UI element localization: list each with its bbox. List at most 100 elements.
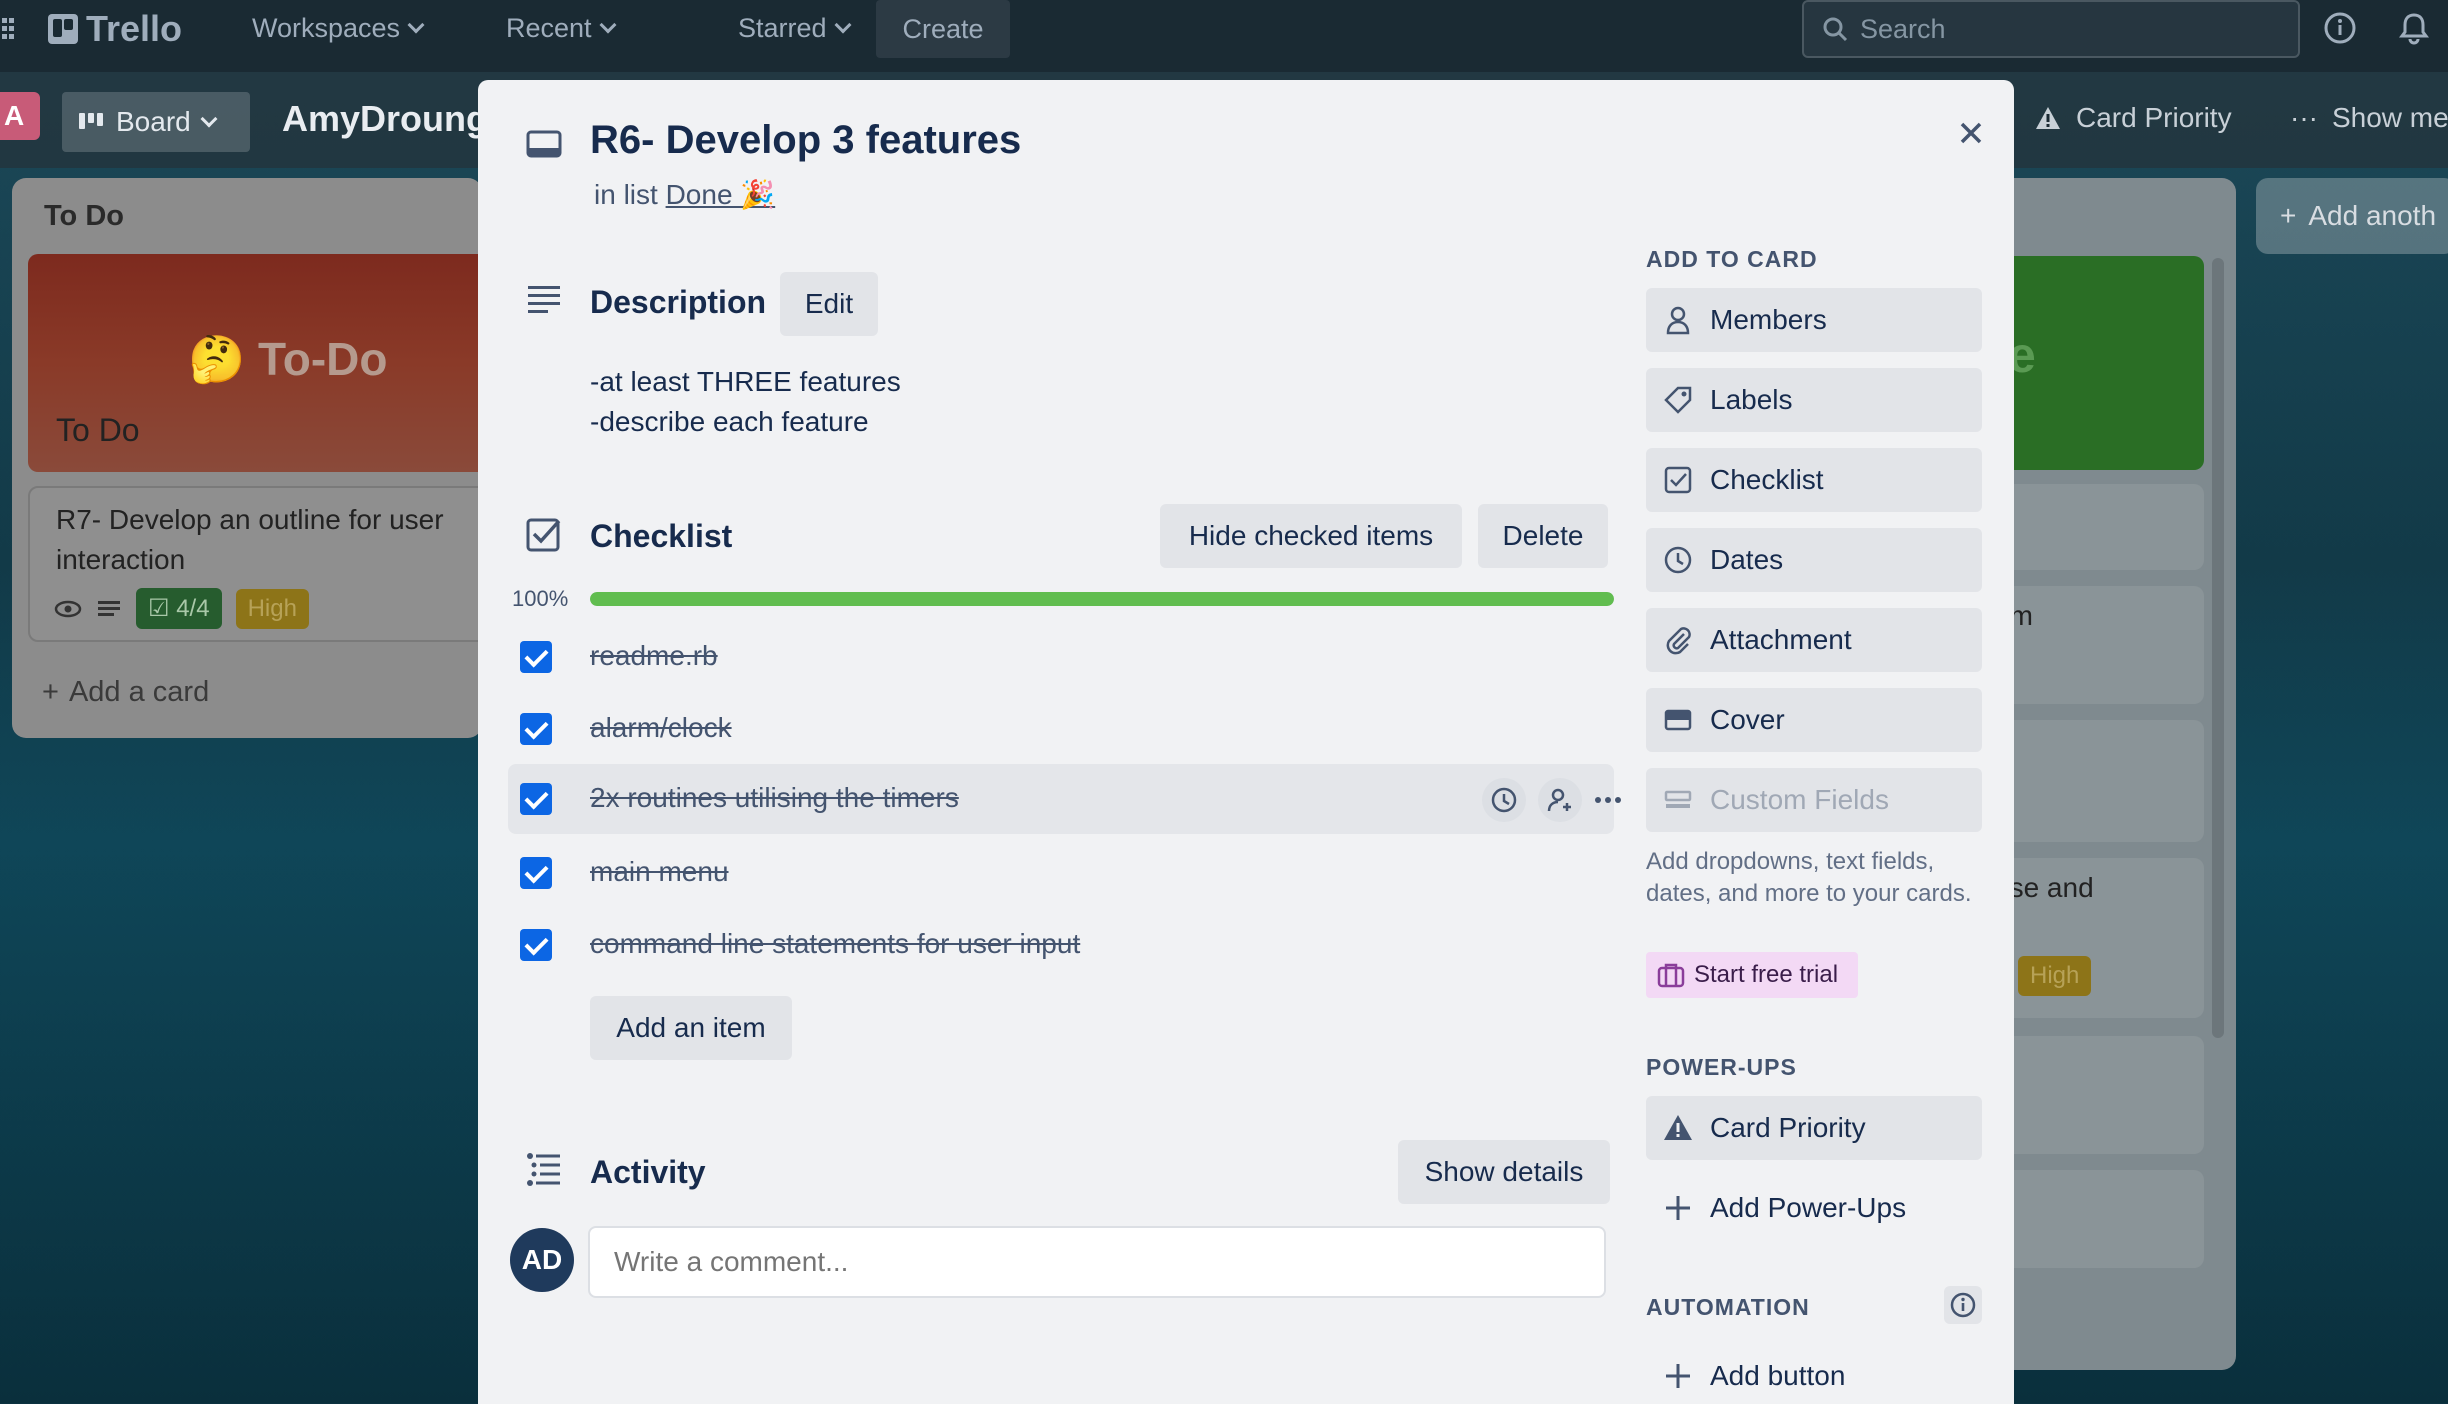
add-power-ups-button[interactable]: Add Power-Ups (1646, 1176, 1982, 1240)
checklist-heading[interactable]: Checklist (590, 518, 732, 555)
checklist-item-text[interactable]: main menu (590, 856, 729, 888)
checklist-item[interactable]: alarm/clock (508, 694, 1614, 764)
cover-button[interactable]: Cover (1646, 688, 1982, 752)
nav-workspaces[interactable]: Workspaces (252, 0, 425, 56)
start-free-trial-button[interactable]: Start free trial (1646, 952, 1858, 998)
activity-heading: Activity (590, 1154, 706, 1190)
attachment-button[interactable]: Attachment (1646, 608, 1982, 672)
card-title[interactable]: R6- Develop 3 features (590, 118, 1021, 163)
priority-badge: High (235, 588, 309, 629)
checklist-button[interactable]: Checklist (1646, 448, 1982, 512)
add-another-list-button[interactable]: + Add anoth (2256, 178, 2448, 254)
list-done-partial: e am ose and High s (1990, 178, 2236, 1370)
checklist-item-text[interactable]: 2x routines utilising the timers (590, 782, 959, 814)
checklist-icon (526, 518, 561, 552)
checklist-item-text[interactable]: readme.rb (590, 640, 718, 672)
checklist-item[interactable]: main menu (508, 838, 1614, 908)
show-details-button[interactable]: Show details (1398, 1140, 1610, 1204)
list-card[interactable]: s (1990, 1036, 2204, 1154)
checklist-item[interactable]: readme.rb (508, 622, 1614, 692)
list-scrollbar[interactable] (2212, 258, 2224, 1038)
clock-icon (1491, 787, 1517, 813)
checkbox-checked[interactable] (520, 713, 552, 745)
description-line: -at least THREE features (590, 366, 901, 397)
cover-text: 🤔 To-Do (188, 333, 388, 385)
close-icon[interactable] (1948, 110, 1994, 156)
list-card[interactable] (1990, 720, 2204, 842)
hide-checked-items-button[interactable]: Hide checked items (1160, 504, 1462, 568)
description-heading: Description (590, 284, 767, 320)
checklist-item[interactable]: command line statements for user input (508, 910, 1614, 980)
activity-icon (527, 1153, 560, 1186)
list-header[interactable]: To Do (44, 200, 124, 233)
board-view-icon (79, 113, 103, 129)
list-card[interactable] (1990, 1170, 2204, 1268)
nav-recent-label: Recent (506, 12, 592, 43)
checkbox-checked[interactable] (520, 783, 552, 815)
green-cover-card[interactable]: e (1990, 256, 2204, 470)
checkbox-checked[interactable] (520, 929, 552, 961)
cover-label: Cover (1710, 704, 1785, 735)
add-button-button[interactable]: Add button (1646, 1344, 1982, 1404)
list-card[interactable] (1990, 484, 2204, 570)
custom-fields-button[interactable]: Custom Fields (1646, 768, 1982, 832)
card-priority-powerup-button[interactable]: Card Priority (2034, 102, 2232, 134)
apps-grid-icon[interactable] (0, 14, 24, 44)
board-view-switcher[interactable]: Board (62, 92, 250, 152)
comment-input[interactable] (588, 1226, 1606, 1298)
info-icon (1950, 1292, 1976, 1318)
cover-card[interactable]: 🤔 To-Do To Do (28, 254, 498, 472)
add-card-button[interactable]: + Add a card (42, 676, 209, 709)
checklist-item[interactable]: 2x routines utilising the timers (508, 764, 1621, 834)
card-icon (526, 130, 562, 158)
dates-button[interactable]: Dates (1646, 528, 1982, 592)
labels-label: Labels (1710, 384, 1793, 415)
more-dots-icon (1595, 797, 1621, 803)
checklist-item-text[interactable]: alarm/clock (590, 712, 732, 744)
avatar[interactable]: AD (510, 1228, 574, 1292)
list-card[interactable]: R7- Develop an outline for user interact… (28, 486, 498, 642)
add-card-label: Add a card (68, 676, 210, 708)
show-menu-button[interactable]: ··· Show me (2290, 102, 2448, 134)
info-icon[interactable] (2322, 10, 2358, 46)
delete-checklist-button[interactable]: Delete (1478, 504, 1608, 568)
search-placeholder: Search (1860, 13, 1946, 44)
custom-fields-icon (1664, 790, 1692, 808)
card-priority-button[interactable]: Card Priority (1646, 1096, 1982, 1160)
add-checklist-item-button[interactable]: Add an item (590, 996, 792, 1060)
item-actions-button[interactable] (1586, 778, 1630, 822)
automation-heading: Automation (1646, 1294, 1810, 1320)
checkbox-checked[interactable] (520, 641, 552, 673)
card-detail-dialog: R6- Develop 3 features in list Done 🎉 De… (478, 80, 2014, 1404)
label-tag-icon (1664, 386, 1692, 414)
search-input[interactable]: Search (1802, 0, 2300, 58)
edit-description-button[interactable]: Edit (780, 272, 878, 336)
workspace-badge[interactable]: A (0, 92, 40, 140)
members-button[interactable]: Members (1646, 288, 1982, 352)
notifications-bell-icon[interactable] (2396, 10, 2432, 46)
trello-logo[interactable]: Trello (48, 8, 182, 50)
automation-info-button[interactable] (1944, 1286, 1982, 1324)
list-card[interactable]: am (1990, 586, 2204, 704)
dates-label: Dates (1710, 544, 1784, 575)
description-body[interactable]: -at least THREE features -describe each … (590, 362, 901, 442)
nav-starred[interactable]: Starred (738, 0, 852, 56)
assign-member-button[interactable] (1538, 778, 1582, 822)
board-title[interactable]: AmyDroung (282, 98, 482, 140)
labels-button[interactable]: Labels (1646, 368, 1982, 432)
plus-icon: + (2280, 200, 2297, 231)
nav-recent[interactable]: Recent (506, 0, 617, 56)
set-due-date-button[interactable] (1482, 778, 1526, 822)
checklist-item-text[interactable]: command line statements for user input (590, 928, 1080, 960)
create-button[interactable]: Create (876, 0, 1010, 58)
list-link[interactable]: Done 🎉 (666, 179, 776, 210)
checklist-badge: ☑ 4/4 (136, 588, 222, 629)
chevron-down-icon (200, 110, 218, 128)
checkbox-checked[interactable] (520, 857, 552, 889)
card-cover-icon (1664, 709, 1692, 731)
checklist-label: Checklist (1710, 464, 1824, 495)
chevron-down-icon (834, 16, 852, 34)
add-to-card-heading: Add to card (1646, 246, 1818, 272)
custom-fields-label: Custom Fields (1710, 784, 1889, 815)
list-card[interactable]: ose and High (1990, 858, 2204, 1018)
